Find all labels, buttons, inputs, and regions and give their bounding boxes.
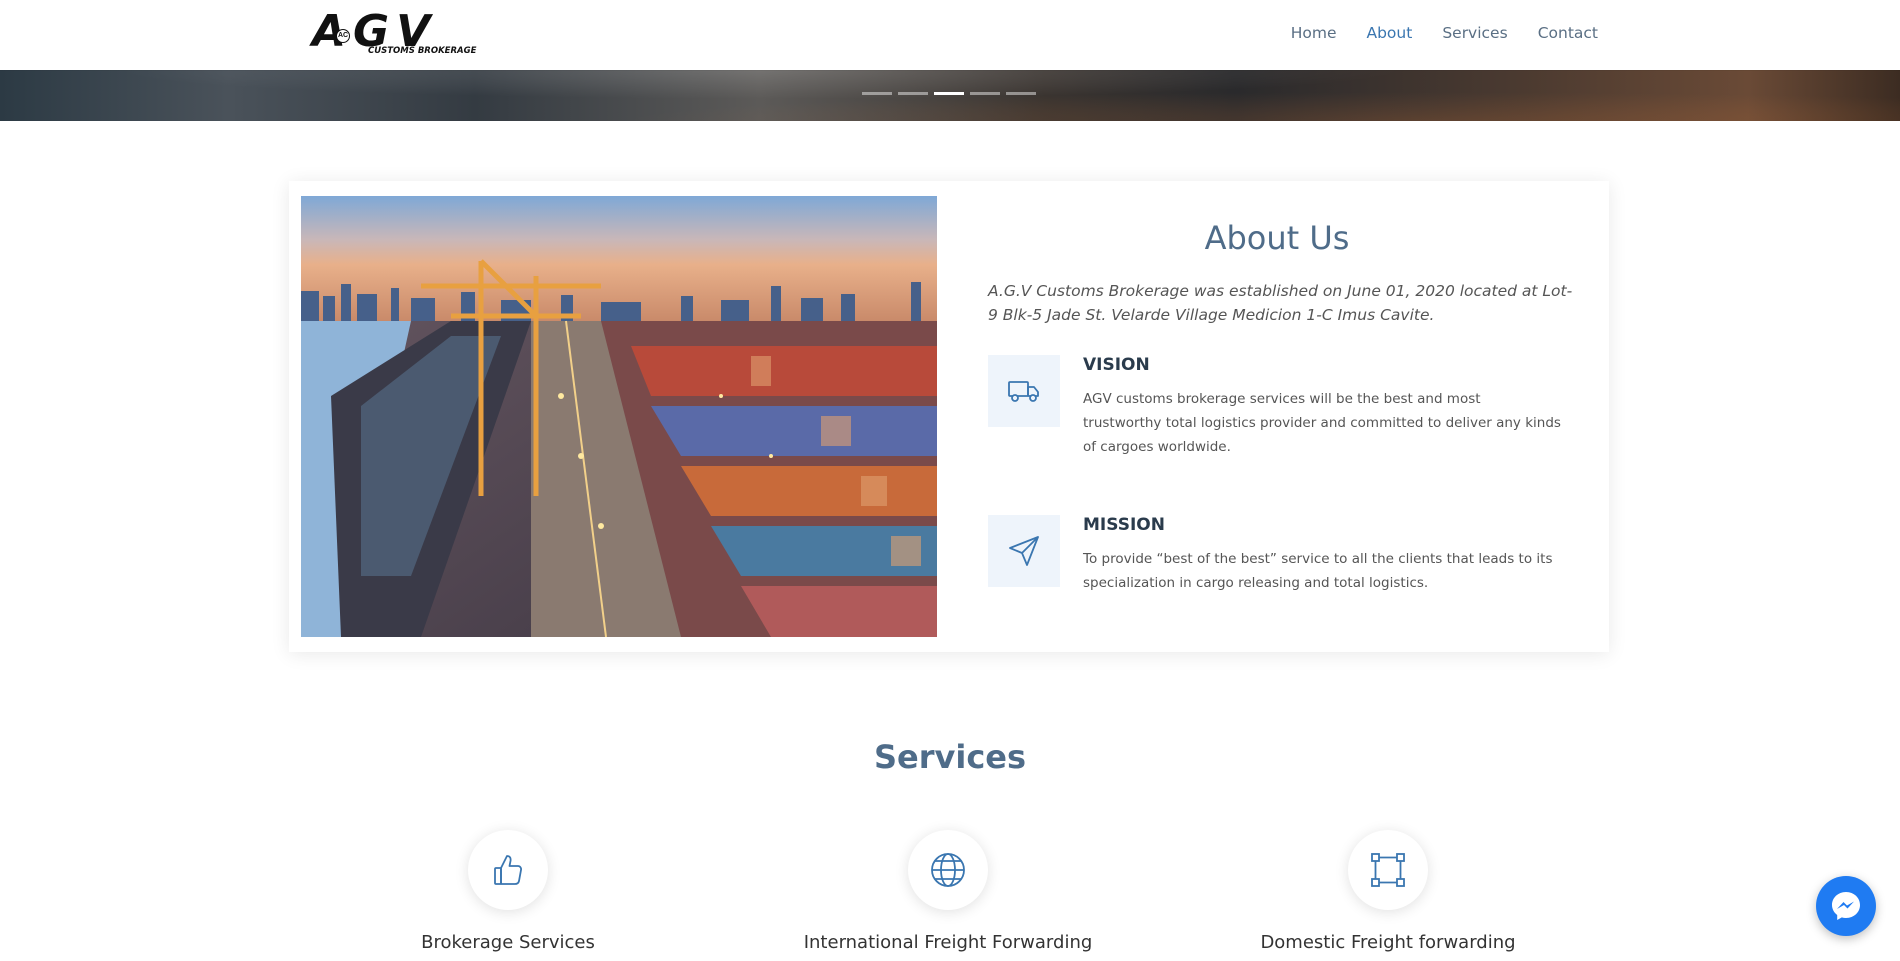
about-description: A.G.V Customs Brokerage was established … [988,282,1573,324]
crop-frame-icon [1348,830,1428,910]
globe-icon [908,830,988,910]
mission-title: MISSION [1083,515,1165,535]
slider-dot-2[interactable] [898,92,928,95]
service-label: Brokerage Services [421,932,595,953]
service-label: International Freight Forwarding [803,932,1093,953]
slider-dot-5[interactable] [1006,92,1036,95]
site-header: AGV AC CUSTOMS BROKERAGE Home About Serv… [0,0,1900,70]
truck-icon [988,355,1060,427]
nav-contact[interactable]: Contact [1538,24,1598,42]
slider-dot-4[interactable] [970,92,1000,95]
messenger-chat-button[interactable] [1816,876,1876,936]
hero-slider [0,70,1900,121]
logo-monogram: AC [336,29,350,43]
port-container-image [301,196,937,637]
thumbs-up-icon [468,830,548,910]
mission-text: To provide “best of the best” service to… [1083,551,1553,591]
nav-services[interactable]: Services [1442,24,1507,42]
main-nav: Home About Services Contact [1291,24,1598,42]
logo[interactable]: AGV AC CUSTOMS BROKERAGE [312,6,488,60]
slider-dot-3[interactable] [934,92,964,95]
service-domestic-freight[interactable]: Domestic Freight forwarding [1188,830,1588,953]
about-section: About Us A.G.V Customs Brokerage was est… [289,181,1609,652]
logo-subtext: CUSTOMS BROKERAGE [368,46,477,56]
service-label: Domestic Freight forwarding [1260,932,1516,953]
service-brokerage[interactable]: Brokerage Services [308,830,708,953]
vision-text: AGV customs brokerage services will be t… [1083,391,1561,455]
service-international-freight[interactable]: International Freight Forwarding [748,830,1148,953]
vision-title: VISION [1083,355,1150,375]
about-title: About Us [1204,219,1350,257]
nav-about[interactable]: About [1366,24,1412,42]
messenger-icon [1832,892,1860,920]
slider-dot-1[interactable] [862,92,892,95]
paper-plane-icon [988,515,1060,587]
services-title: Services [873,738,1027,776]
slider-indicators [862,92,1036,95]
nav-home[interactable]: Home [1291,24,1337,42]
